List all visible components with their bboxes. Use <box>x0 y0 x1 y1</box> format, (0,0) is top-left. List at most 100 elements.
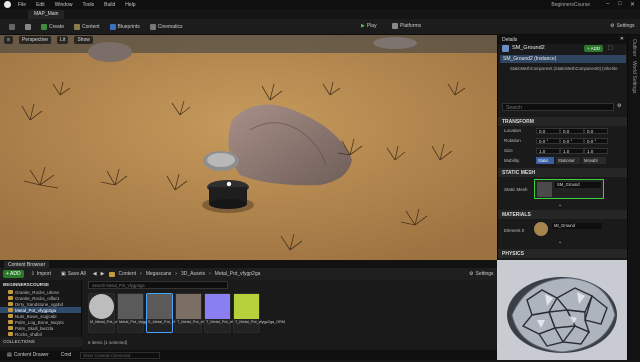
create-button[interactable]: Create <box>38 23 67 31</box>
mobility-movable-button[interactable]: Movabl <box>582 157 606 164</box>
lit-button[interactable]: Lit <box>57 36 69 44</box>
breadcrumb-content[interactable]: Content <box>119 271 137 277</box>
transform-header[interactable]: TRANSFORM <box>498 117 628 126</box>
folder-icon <box>8 290 13 294</box>
menu-file[interactable]: File <box>18 2 26 8</box>
location-z-field[interactable]: 0.0 <box>584 128 608 134</box>
static-mesh-picker[interactable]: SM_Ground <box>534 179 604 199</box>
materials-chevron-icon[interactable]: ⌄ <box>558 239 562 245</box>
tree-root[interactable]: BEGINNERSCOURSE <box>0 280 81 289</box>
play-label: Play <box>366 23 377 29</box>
asset-tile[interactable]: T_Metal_Pot_vfygp2ga_D <box>175 293 221 333</box>
breadcrumb-3d-assets[interactable]: 3D_Assets <box>181 271 205 277</box>
perspective-button[interactable]: Perspective <box>18 36 52 44</box>
close-icon[interactable]: ✕ <box>630 1 635 8</box>
folder-icon <box>8 314 13 318</box>
cinematics-button[interactable]: Cinematics <box>147 23 186 31</box>
show-button[interactable]: Show <box>74 36 93 44</box>
actor-icon <box>502 45 509 52</box>
cb-search-input[interactable]: Search Metal_Pot_vfygp2ga <box>88 281 228 289</box>
asset-thumbnail <box>176 294 201 319</box>
level-viewport[interactable] <box>0 35 497 260</box>
cinematics-icon <box>149 23 156 30</box>
content-button[interactable]: Content <box>71 23 103 31</box>
cb-add-button[interactable]: + ADD <box>3 270 24 278</box>
menu-bar: File Edit Window Tools Build Help Beginn… <box>0 0 640 9</box>
breadcrumb-megascans[interactable]: Megascans <box>146 271 172 277</box>
add-component-button[interactable]: + ADD <box>584 45 604 52</box>
blueprints-button[interactable]: Blueprints <box>107 23 143 31</box>
tree-item-label: Palm_Log_Bone_twq1ts <box>15 319 64 325</box>
viewport-options-button[interactable]: ≡ <box>4 36 13 44</box>
menu-tools[interactable]: Tools <box>82 2 94 8</box>
material-element-label: Element 0 <box>504 228 525 233</box>
instance-row[interactable]: SM_Ground2 (Instance) <box>500 55 626 63</box>
folder-icon <box>8 308 13 312</box>
details-search-input[interactable]: Search <box>502 103 614 111</box>
status-bar: ▤ Content Drawer Cmd Enter Console Comman… <box>0 350 497 360</box>
location-x-field[interactable]: 0.0 <box>536 128 560 134</box>
settings-button[interactable]: ⚙ Settings <box>607 22 638 30</box>
menu-edit[interactable]: Edit <box>36 2 45 8</box>
breadcrumb-metal-pot[interactable]: Metal_Pot_vfygp2ga <box>215 271 261 277</box>
menu-help[interactable]: Help <box>125 2 135 8</box>
outliner-tab[interactable]: Outliner <box>631 39 637 57</box>
material-value[interactable]: MI_Ground <box>552 223 602 229</box>
expand-chevron-icon[interactable]: ⌄ <box>558 202 562 208</box>
content-label: Content <box>82 23 100 30</box>
cmd-button[interactable]: Cmd <box>58 351 75 359</box>
static-mesh-value[interactable]: SM_Ground <box>555 182 601 188</box>
content-drawer-button[interactable]: ▤ Content Drawer <box>4 351 52 359</box>
play-icon: ▶ <box>361 23 365 29</box>
back-arrow-icon[interactable]: ◀ <box>93 271 97 277</box>
mobility-static-button[interactable]: Static <box>536 157 554 164</box>
console-input[interactable]: Enter Console Command <box>80 351 161 359</box>
location-label: Location <box>504 128 522 133</box>
mode-select-button[interactable] <box>22 23 34 31</box>
rotation-y-field[interactable]: 0.0 ° <box>560 138 584 144</box>
blueprint-edit-icon[interactable]: ⬚ <box>608 45 613 51</box>
component-row[interactable]: StaticMeshComponent (StaticMeshComponent… <box>500 65 626 73</box>
minimize-icon[interactable]: – <box>606 1 609 7</box>
scale-x-field[interactable]: 1.0 <box>536 148 560 154</box>
unreal-logo-icon[interactable] <box>4 1 11 8</box>
asset-name: T_Metal_Pot_vfygp2ga_N <box>206 320 250 324</box>
settings-label: Settings <box>616 23 635 29</box>
level-tab[interactable]: MAP_Main <box>28 10 65 19</box>
content-browser-tab-bar: Content Browser <box>0 260 497 269</box>
drawer-icon: ▤ <box>7 352 12 358</box>
asset-tile[interactable]: S_Metal_Pot_vfygp2ga <box>146 293 187 333</box>
maximize-icon[interactable]: □ <box>618 1 622 7</box>
material-thumbnail[interactable] <box>534 222 548 236</box>
actor-name[interactable]: SM_Ground2 <box>512 45 545 51</box>
asset-tile[interactable]: Metal_Pot_vfygp2ga_LOD0 <box>117 293 166 333</box>
menu-build[interactable]: Build <box>104 2 115 8</box>
level-tab-bar: MAP_Main <box>0 9 640 19</box>
details-settings-gear-icon[interactable]: ⚙ <box>617 103 621 109</box>
cb-settings-button[interactable]: ⚙ Settings <box>466 270 497 278</box>
world-settings-tab[interactable]: World Settings <box>631 61 637 93</box>
physics-header[interactable]: PHYSICS <box>498 249 628 258</box>
mobility-stationary-button[interactable]: Stationar <box>556 157 580 164</box>
save-all-button[interactable]: ▣ Save All <box>58 270 89 278</box>
collections-header[interactable]: COLLECTIONS <box>0 337 82 347</box>
rotation-z-field[interactable]: 0.0 ° <box>584 138 608 144</box>
platforms-button[interactable]: Platforms <box>389 22 424 30</box>
asset-tile[interactable]: T_Metal_Pot_vfygp2ga_ORM <box>233 293 285 333</box>
crystal-rock-illustration <box>497 260 627 360</box>
save-icon-button[interactable] <box>6 23 18 31</box>
close-tab-icon[interactable]: ✕ <box>620 36 624 42</box>
static-mesh-header[interactable]: STATIC MESH <box>498 168 628 177</box>
import-button[interactable]: ⇩ Import <box>28 270 54 278</box>
materials-header[interactable]: MATERIALS <box>498 210 628 219</box>
play-button[interactable]: ▶ Play <box>358 22 380 30</box>
scale-y-field[interactable]: 1.0 <box>560 148 584 154</box>
forward-arrow-icon[interactable]: ▶ <box>101 271 105 277</box>
menu-window[interactable]: Window <box>55 2 73 8</box>
asset-tile[interactable]: M_Metal_Pot_vfygp2ga <box>88 293 130 333</box>
asset-tile[interactable]: T_Metal_Pot_vfygp2ga_N <box>204 293 250 333</box>
details-tab[interactable]: Details ✕ <box>498 35 628 44</box>
location-y-field[interactable]: 0.0 <box>560 128 584 134</box>
rotation-x-field[interactable]: 0.0 ° <box>536 138 560 144</box>
scale-z-field[interactable]: 1.0 <box>584 148 608 154</box>
